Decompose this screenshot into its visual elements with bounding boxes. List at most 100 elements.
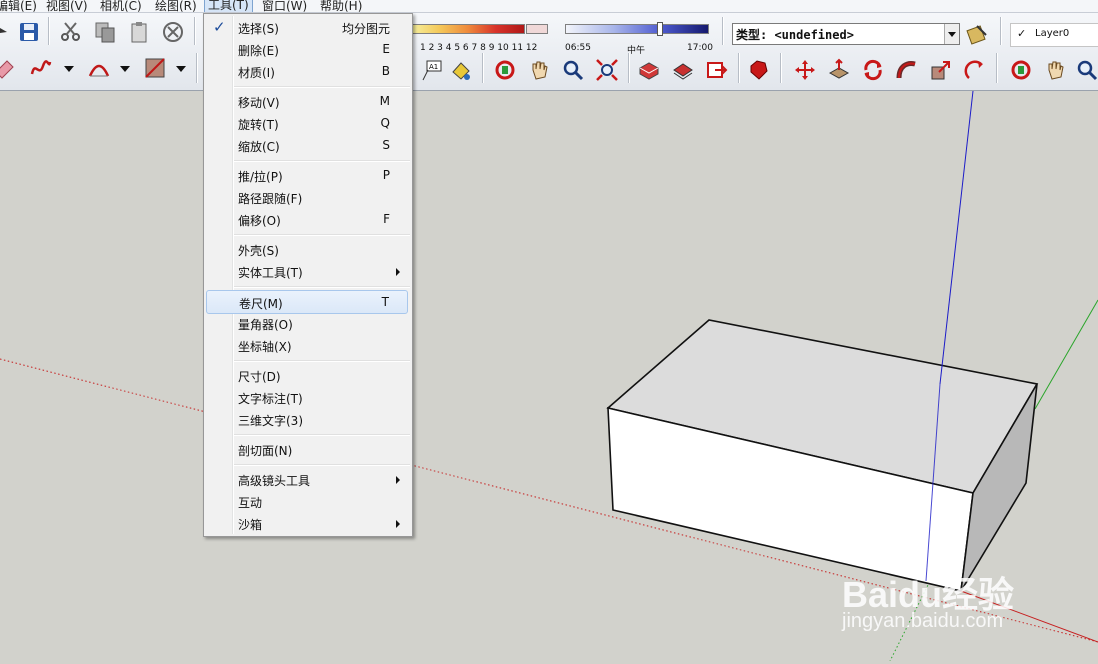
menu-item-push-pull[interactable]: 推/拉(P) P bbox=[206, 164, 408, 186]
menu-draw[interactable]: 绘图(R) bbox=[155, 0, 197, 12]
zoom-icon-2[interactable] bbox=[1074, 57, 1098, 83]
component-icon[interactable] bbox=[636, 57, 662, 83]
offset-icon[interactable] bbox=[962, 57, 988, 83]
menu-item-shortcut: 均分图元 bbox=[341, 22, 390, 36]
materials-icon[interactable] bbox=[670, 57, 696, 83]
menu-item-label: 删除(E) bbox=[238, 44, 279, 58]
save-icon[interactable] bbox=[16, 19, 42, 45]
move-icon[interactable] bbox=[792, 57, 818, 83]
push-pull-icon[interactable] bbox=[826, 57, 852, 83]
menu-item-label: 选择(S) bbox=[238, 22, 279, 36]
text-label-icon[interactable]: A1 bbox=[418, 57, 444, 83]
ruby-icon[interactable] bbox=[746, 57, 772, 83]
menu-item-label: 量角器(O) bbox=[238, 318, 293, 332]
entity-type-label: 类型: <undefined> bbox=[736, 28, 854, 42]
menu-tools[interactable]: 工具(T) bbox=[204, 0, 253, 12]
entity-type-select[interactable]: 类型: <undefined> bbox=[732, 23, 960, 45]
menu-item-label: 三维文字(3) bbox=[238, 414, 303, 428]
follow-me-icon[interactable] bbox=[894, 57, 920, 83]
zoom-extents-icon[interactable] bbox=[594, 57, 620, 83]
zoom-icon[interactable] bbox=[560, 57, 586, 83]
menu-window[interactable]: 窗口(W) bbox=[262, 0, 307, 12]
shadow-month-numbers: 1 2 3 4 5 6 7 8 9 10 11 12 bbox=[420, 43, 538, 53]
shadow-time-end: 17:00 bbox=[687, 43, 713, 53]
shadow-time-slider[interactable]: 06:55 中午 17:00 bbox=[565, 22, 713, 56]
menu-divider bbox=[234, 86, 410, 88]
menu-item-label: 文字标注(T) bbox=[238, 392, 303, 406]
menu-item-tape-measure[interactable]: 卷尺(M) T bbox=[206, 290, 408, 314]
menu-divider bbox=[234, 286, 410, 288]
shadow-time-knob[interactable] bbox=[657, 22, 663, 36]
menu-item-protractor[interactable]: 量角器(O) bbox=[206, 312, 408, 334]
eraser-icon[interactable] bbox=[0, 55, 18, 81]
menu-item-rotate[interactable]: 旋转(T) Q bbox=[206, 112, 408, 134]
menu-item-select[interactable]: ✓ 选择(S) 均分图元 bbox=[206, 16, 408, 38]
menu-item-erase[interactable]: 删除(E) E bbox=[206, 38, 408, 60]
menu-item-label: 移动(V) bbox=[238, 96, 280, 110]
menu-item-sandbox[interactable]: 沙箱 bbox=[206, 512, 408, 534]
menu-item-follow-me[interactable]: 路径跟随(F) bbox=[206, 186, 408, 208]
paint-bucket-icon[interactable] bbox=[448, 57, 474, 83]
layer-check-icon: ✓ bbox=[1017, 27, 1027, 40]
orbit-icon[interactable] bbox=[492, 57, 518, 83]
rectangle-icon[interactable] bbox=[142, 55, 168, 81]
menu-item-section-plane[interactable]: 剖切面(N) bbox=[206, 438, 408, 460]
menu-camera[interactable]: 相机(C) bbox=[100, 0, 142, 12]
cut-icon[interactable] bbox=[58, 19, 84, 45]
layer-select[interactable]: ✓ Layer0 bbox=[1010, 23, 1098, 47]
freehand-icon[interactable] bbox=[28, 55, 54, 81]
menu-item-label: 缩放(C) bbox=[238, 140, 280, 154]
scale-icon[interactable] bbox=[928, 57, 954, 83]
pan-icon-2[interactable] bbox=[1042, 57, 1068, 83]
copy-icon[interactable] bbox=[92, 19, 118, 45]
freehand-dropdown-arrow[interactable] bbox=[64, 66, 74, 72]
toolbar-separator bbox=[48, 17, 50, 45]
menu-item-interact[interactable]: 互动 bbox=[206, 490, 408, 512]
menu-help[interactable]: 帮助(H) bbox=[320, 0, 362, 12]
shadow-time-start: 06:55 bbox=[565, 43, 591, 53]
check-icon: ✓ bbox=[213, 18, 226, 36]
shadow-date-slider[interactable]: 1 2 3 4 5 6 7 8 9 10 11 12 bbox=[410, 24, 553, 53]
menu-item-label: 高级镜头工具 bbox=[238, 474, 311, 488]
menu-item-scale[interactable]: 缩放(C) S bbox=[206, 134, 408, 156]
arc-dropdown-arrow[interactable] bbox=[120, 66, 130, 72]
export-icon[interactable] bbox=[704, 57, 730, 83]
menu-item-axes[interactable]: 坐标轴(X) bbox=[206, 334, 408, 356]
menu-item-label: 旋转(T) bbox=[238, 118, 279, 132]
rotate-icon[interactable] bbox=[860, 57, 886, 83]
menu-item-outer-shell[interactable]: 外壳(S) bbox=[206, 238, 408, 260]
menu-item-solid-tools[interactable]: 实体工具(T) bbox=[206, 260, 408, 282]
menu-item-3d-text[interactable]: 三维文字(3) bbox=[206, 408, 408, 430]
menu-item-paint[interactable]: 材质(I) B bbox=[206, 60, 408, 82]
pan-icon[interactable] bbox=[526, 57, 552, 83]
arc-icon[interactable] bbox=[86, 55, 112, 81]
rectangle-dropdown-arrow[interactable] bbox=[176, 66, 186, 72]
menu-item-move[interactable]: 移动(V) M bbox=[206, 90, 408, 112]
menu-divider bbox=[234, 360, 410, 362]
menu-item-dimension[interactable]: 尺寸(D) bbox=[206, 364, 408, 386]
menu-item-label: 外壳(S) bbox=[238, 244, 279, 258]
submenu-arrow-icon bbox=[396, 520, 400, 528]
menu-divider bbox=[234, 464, 410, 466]
paste-icon[interactable] bbox=[126, 19, 152, 45]
menu-item-shortcut: P bbox=[382, 168, 390, 182]
menu-item-label: 坐标轴(X) bbox=[238, 340, 292, 354]
menu-item-text[interactable]: 文字标注(T) bbox=[206, 386, 408, 408]
menu-item-label: 实体工具(T) bbox=[238, 266, 303, 280]
erase-circle-icon[interactable] bbox=[160, 19, 186, 45]
chevron-down-icon[interactable] bbox=[944, 24, 959, 44]
menu-item-label: 路径跟随(F) bbox=[238, 192, 303, 206]
model-viewport[interactable] bbox=[0, 90, 1098, 662]
menu-view[interactable]: 视图(V) bbox=[46, 0, 88, 12]
menu-item-advanced-camera[interactable]: 高级镜头工具 bbox=[206, 468, 408, 490]
menu-item-offset[interactable]: 偏移(O) F bbox=[206, 208, 408, 230]
menu-item-label: 偏移(O) bbox=[238, 214, 281, 228]
orbit-icon-2[interactable] bbox=[1008, 57, 1034, 83]
tools-dropdown-menu: ✓ 选择(S) 均分图元 删除(E) E 材质(I) B 移动(V) M 旋转(… bbox=[203, 13, 413, 537]
shadow-date-end bbox=[526, 24, 548, 34]
cursor-icon[interactable] bbox=[0, 19, 14, 45]
toolbar-separator bbox=[722, 17, 724, 45]
entity-info-icon[interactable] bbox=[964, 21, 990, 47]
menu-item-shortcut: S bbox=[382, 138, 390, 152]
menu-edit[interactable]: 编辑(E) bbox=[0, 0, 37, 12]
